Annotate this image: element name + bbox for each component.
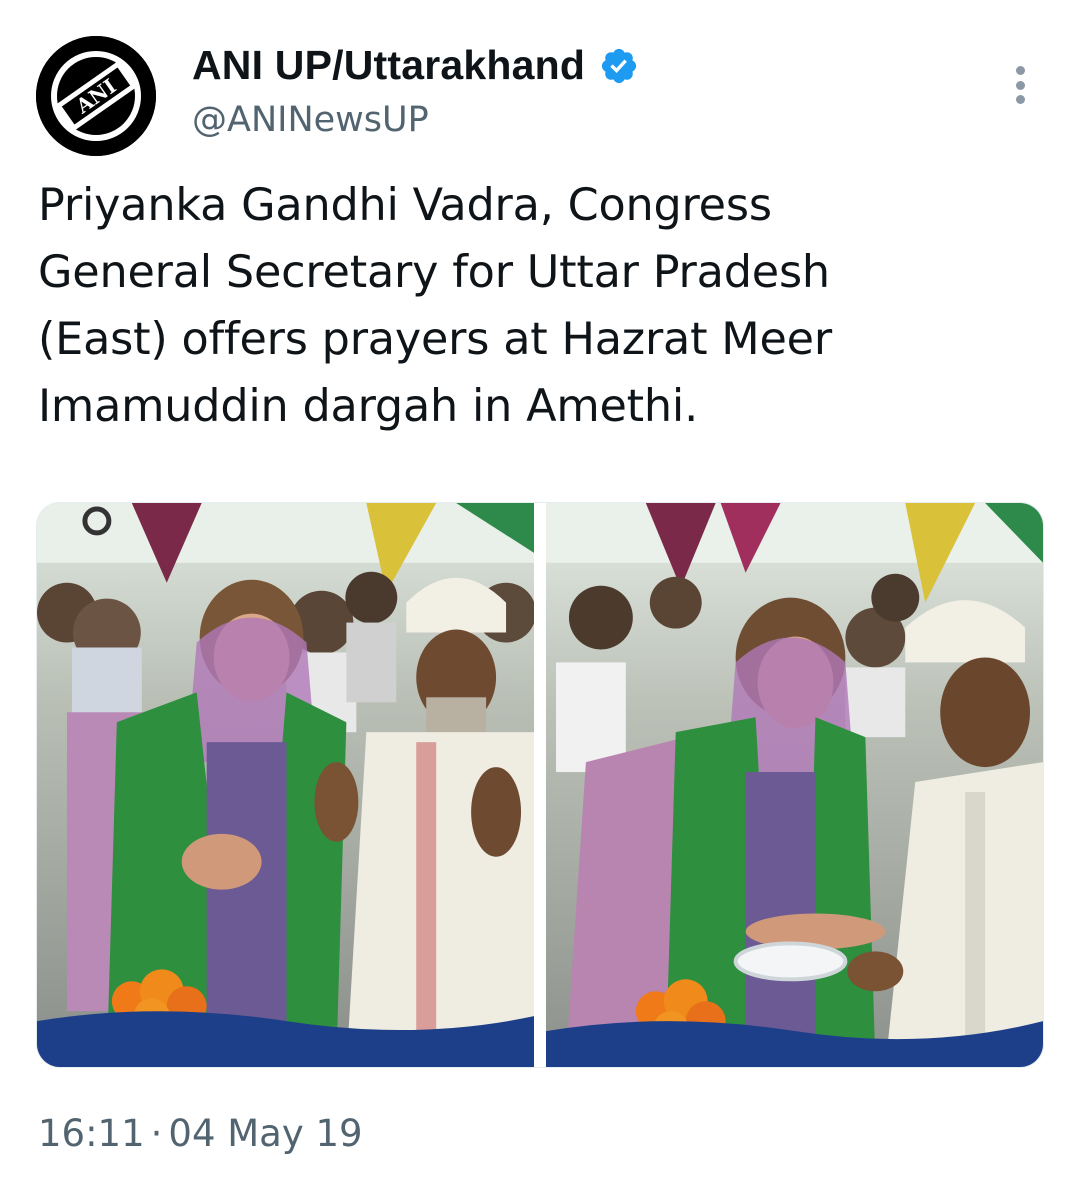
more-options-icon (1015, 66, 1025, 75)
more-options-icon-dot (1015, 80, 1025, 90)
name-row: ANI UP/Uttarakhand (192, 42, 639, 89)
timestamp-separator: · (150, 1112, 163, 1155)
tweet-timestamp[interactable]: 16:11 · 04 May 19 (38, 1112, 363, 1155)
media-grid (36, 502, 1044, 1068)
user-handle[interactable]: @ANINewsUP (192, 100, 429, 140)
photo-2[interactable] (546, 503, 1043, 1067)
tweet-time: 16:11 (38, 1112, 145, 1155)
avatar[interactable]: ANI (36, 36, 156, 156)
display-name[interactable]: ANI UP/Uttarakhand (192, 42, 585, 89)
more-options-icon-dot (1015, 95, 1025, 104)
verified-badge-icon (599, 46, 639, 86)
tweet-card: ANI ANI UP/Uttarakhand @ANINewsUP Priyan… (0, 0, 1080, 1200)
tweet-date: 04 May 19 (168, 1112, 363, 1155)
photo-1[interactable] (37, 503, 534, 1067)
photo-1-image (37, 503, 534, 1067)
photo-2-image (546, 503, 1043, 1067)
ani-logo: ANI (36, 36, 156, 156)
tweet-text: Priyanka Gandhi Vadra, Congress General … (38, 180, 832, 432)
more-options-button[interactable] (1000, 60, 1040, 110)
